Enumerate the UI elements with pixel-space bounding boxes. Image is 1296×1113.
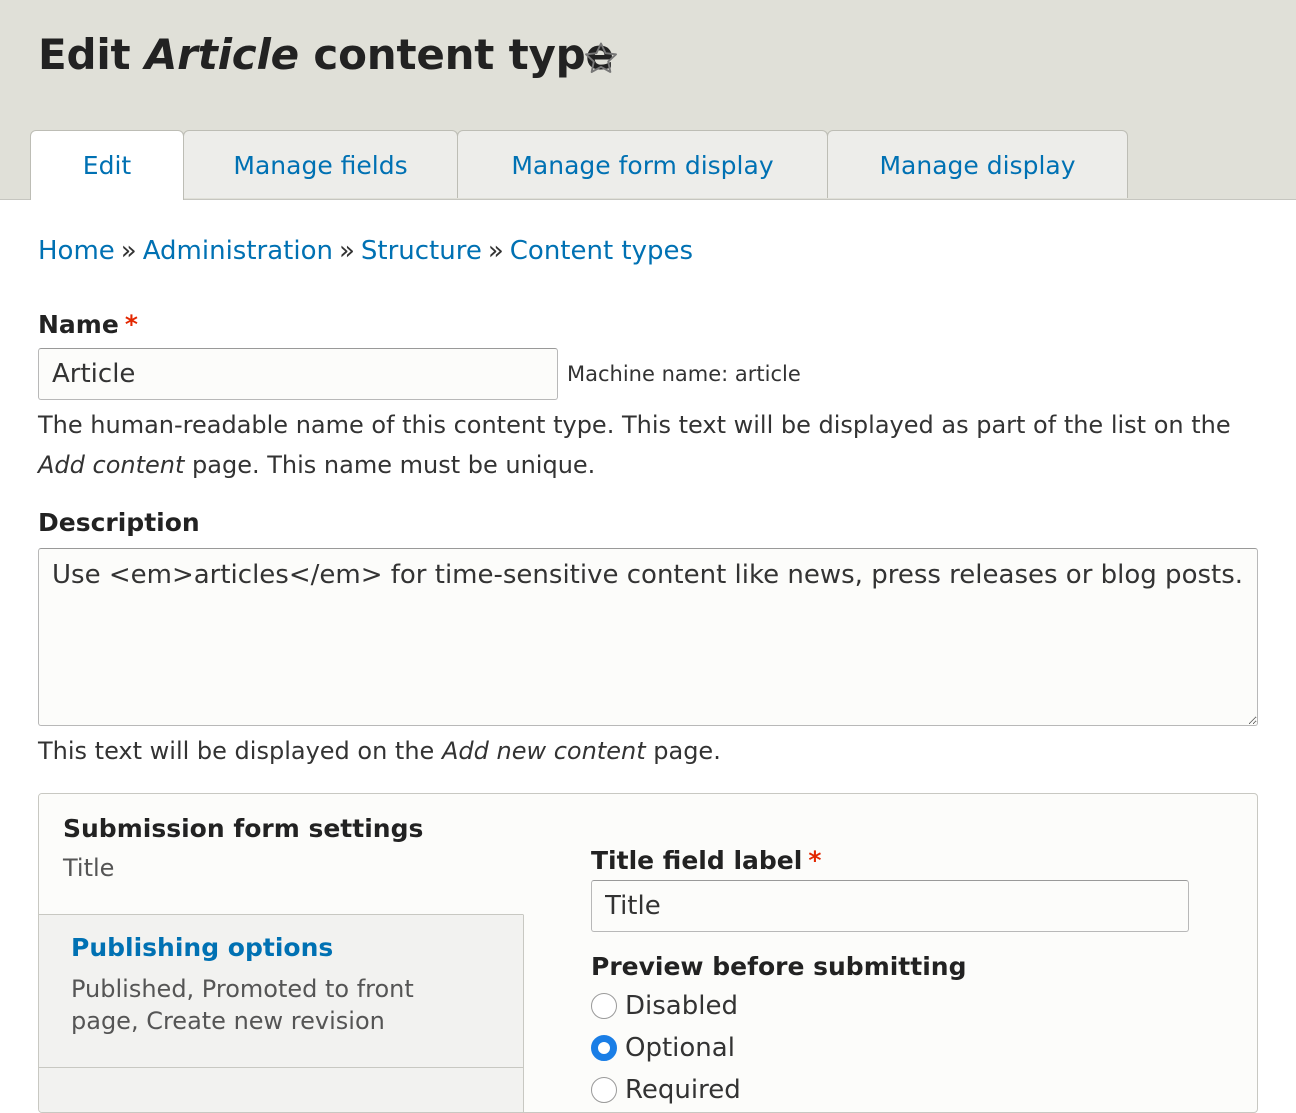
breadcrumb-structure[interactable]: Structure <box>361 236 482 266</box>
name-field-label: Name * <box>38 310 138 339</box>
tab-manage-display[interactable]: Manage display <box>827 130 1128 198</box>
radio-button-checked[interactable] <box>591 1035 617 1061</box>
name-help-emphasis: Add content <box>38 451 185 479</box>
vertical-tab-publishing-options[interactable]: Publishing options Published, Promoted t… <box>39 915 523 1068</box>
title-field-label: Title field label * <box>591 846 821 875</box>
tab-manage-form-display-label: Manage form display <box>511 151 774 180</box>
vertical-tab-title: Publishing options <box>71 933 334 962</box>
breadcrumb-separator: » <box>120 236 137 266</box>
preview-label: Preview before submitting <box>591 952 967 981</box>
breadcrumb-home[interactable]: Home <box>38 236 115 266</box>
tab-manage-display-label: Manage display <box>879 151 1076 180</box>
breadcrumb-separator: » <box>338 236 355 266</box>
page-title-prefix: Edit <box>38 30 131 79</box>
vertical-tab-submission-form-settings[interactable]: Submission form settings Title <box>39 794 524 915</box>
radio-button[interactable] <box>591 993 617 1019</box>
vertical-tabs: Submission form settings Title Publishin… <box>38 793 1258 1113</box>
page-title-content-type: Article <box>144 30 299 79</box>
name-help-text: The human-readable name of this content … <box>38 411 1231 439</box>
star-outline-icon[interactable] <box>582 40 620 78</box>
tab-manage-fields-label: Manage fields <box>233 151 408 180</box>
description-help-text-end: page. <box>653 737 721 765</box>
name-label-text: Name <box>38 310 119 339</box>
breadcrumb-separator: » <box>487 236 504 266</box>
description-help-emphasis: Add new content <box>441 737 646 765</box>
tab-edit[interactable]: Edit <box>30 130 184 200</box>
page-title: Edit Article content type <box>38 30 614 79</box>
vertical-tab-summary: Published, Promoted to front page, Creat… <box>71 975 414 1035</box>
description-help-text: This text will be displayed on the <box>38 737 435 765</box>
page-title-suffix: content type <box>313 30 614 79</box>
machine-name: Machine name: article <box>567 362 801 386</box>
name-help-text-end: page. This name must be unique. <box>192 451 596 479</box>
vertical-tabs-menu: Submission form settings Title Publishin… <box>39 794 524 1112</box>
radio-label: Optional <box>625 1033 735 1063</box>
description-textarea[interactable]: Use <em>articles</em> for time-sensitive… <box>38 548 1258 726</box>
title-field-label-text: Title field label <box>591 846 803 875</box>
vertical-tab-summary: Title <box>63 854 115 882</box>
breadcrumb: Home» Administration» Structure» Content ty… <box>38 236 693 266</box>
page-header: Edit Article content type Edit Manage fi… <box>0 0 1296 200</box>
tab-manage-fields[interactable]: Manage fields <box>183 130 458 198</box>
breadcrumb-content-types[interactable]: Content types <box>510 236 693 266</box>
name-input[interactable] <box>38 348 558 400</box>
title-field-input[interactable] <box>591 880 1189 932</box>
required-marker: * <box>808 846 822 875</box>
description-field-help: This text will be displayed on the Add n… <box>38 731 1258 771</box>
radio-label: Required <box>625 1075 741 1105</box>
radio-label: Disabled <box>625 991 738 1021</box>
required-marker: * <box>124 310 138 339</box>
description-field-label: Description <box>38 508 200 537</box>
name-field-description: The human-readable name of this content … <box>38 405 1258 485</box>
tab-edit-label: Edit <box>82 151 132 180</box>
breadcrumb-administration[interactable]: Administration <box>143 236 333 266</box>
radio-button[interactable] <box>591 1077 617 1103</box>
tab-manage-form-display[interactable]: Manage form display <box>457 130 828 198</box>
vertical-tab-title: Submission form settings <box>63 814 424 843</box>
